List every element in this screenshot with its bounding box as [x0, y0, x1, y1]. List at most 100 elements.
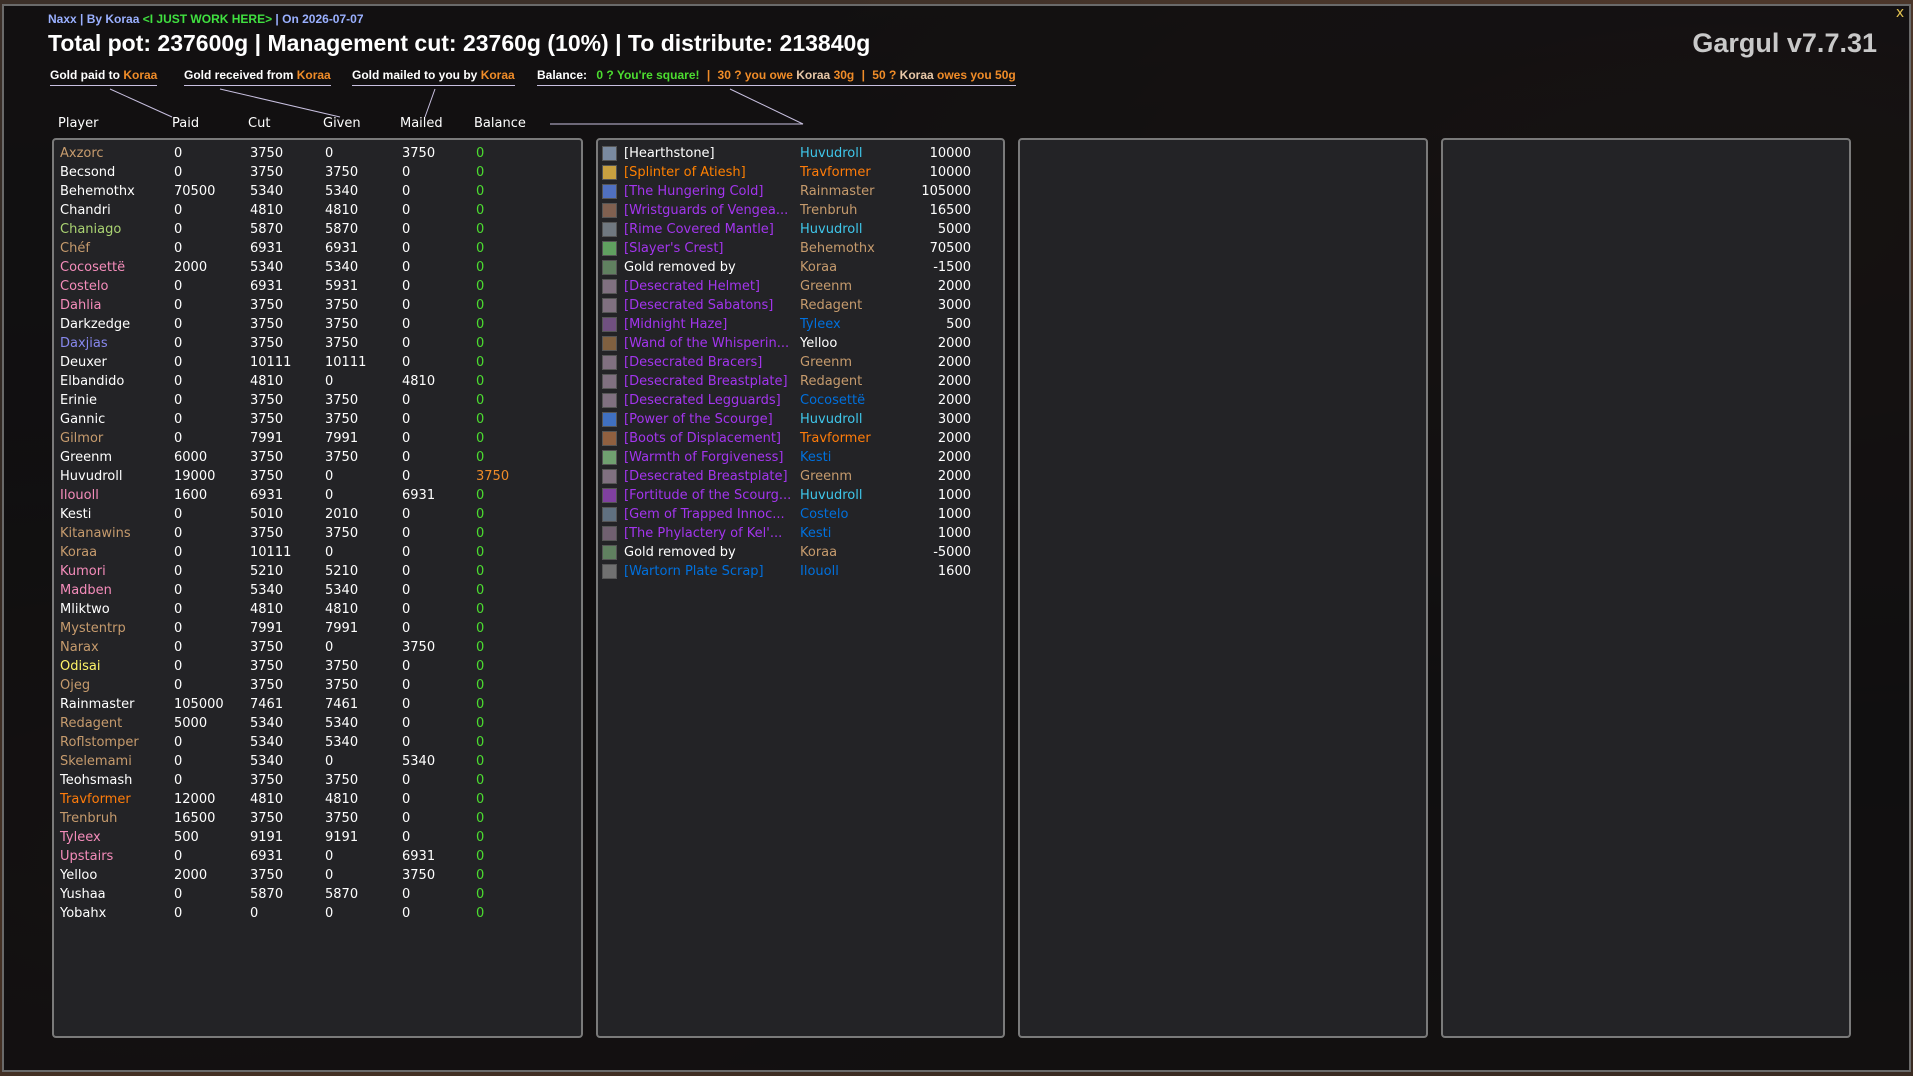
player-row[interactable]: Ilouoll 1600 6931 0 6931 0: [54, 486, 581, 505]
player-row[interactable]: Deuxer 0 10111 10111 0 0: [54, 353, 581, 372]
item-icon[interactable]: [602, 431, 617, 446]
player-row[interactable]: Kitanawins 0 3750 3750 0 0: [54, 524, 581, 543]
player-row[interactable]: Elbandido 0 4810 0 4810 0: [54, 372, 581, 391]
item-link[interactable]: [The Phylactery of Kel'...: [624, 524, 794, 543]
player-row[interactable]: Costelo 0 6931 5931 0 0: [54, 277, 581, 296]
item-link[interactable]: Gold removed by: [624, 543, 794, 562]
item-icon[interactable]: [602, 241, 617, 256]
item-icon[interactable]: [602, 564, 617, 579]
item-link[interactable]: [Boots of Displacement]: [624, 429, 794, 448]
item-link[interactable]: [Fortitude of the Scourg...: [624, 486, 794, 505]
item-icon[interactable]: [602, 298, 617, 313]
player-row[interactable]: Travformer 12000 4810 4810 0 0: [54, 790, 581, 809]
player-row[interactable]: Teohsmash 0 3750 3750 0 0: [54, 771, 581, 790]
item-link[interactable]: [Desecrated Breastplate]: [624, 467, 794, 486]
item-link[interactable]: [Desecrated Sabatons]: [624, 296, 794, 315]
item-row[interactable]: [Desecrated Legguards] Cocosettë 2000: [598, 391, 1003, 410]
item-row[interactable]: [Boots of Displacement] Travformer 2000: [598, 429, 1003, 448]
player-row[interactable]: Cocosettë 2000 5340 5340 0 0: [54, 258, 581, 277]
player-row[interactable]: Chaniago 0 5870 5870 0 0: [54, 220, 581, 239]
item-link[interactable]: [Desecrated Helmet]: [624, 277, 794, 296]
item-icon[interactable]: [602, 374, 617, 389]
item-row[interactable]: Gold removed by Koraa -1500: [598, 258, 1003, 277]
player-row[interactable]: Madben 0 5340 5340 0 0: [54, 581, 581, 600]
player-row[interactable]: Greenm 6000 3750 3750 0 0: [54, 448, 581, 467]
player-row[interactable]: Dahlia 0 3750 3750 0 0: [54, 296, 581, 315]
close-icon[interactable]: x: [1893, 6, 1907, 20]
player-row[interactable]: Tyleex 500 9191 9191 0 0: [54, 828, 581, 847]
item-row[interactable]: [Fortitude of the Scourg... Huvudroll 1000: [598, 486, 1003, 505]
item-link[interactable]: [Warmth of Forgiveness]: [624, 448, 794, 467]
player-row[interactable]: Mliktwo 0 4810 4810 0 0: [54, 600, 581, 619]
item-row[interactable]: [Desecrated Breastplate] Redagent 2000: [598, 372, 1003, 391]
item-icon[interactable]: [602, 355, 617, 370]
item-link[interactable]: [Wartorn Plate Scrap]: [624, 562, 794, 581]
item-link[interactable]: [Gem of Trapped Innoc...: [624, 505, 794, 524]
player-row[interactable]: Behemothx 70500 5340 5340 0 0: [54, 182, 581, 201]
item-icon[interactable]: [602, 469, 617, 484]
player-row[interactable]: Narax 0 3750 0 3750 0: [54, 638, 581, 657]
item-icon[interactable]: [602, 412, 617, 427]
player-row[interactable]: Odisai 0 3750 3750 0 0: [54, 657, 581, 676]
item-link[interactable]: [Wand of the Whisperin...: [624, 334, 794, 353]
auctioned-items-panel[interactable]: [Hearthstone] Huvudroll 10000 [Splinter of …: [596, 138, 1005, 1038]
player-row[interactable]: Becsond 0 3750 3750 0 0: [54, 163, 581, 182]
item-icon[interactable]: [602, 488, 617, 503]
item-row[interactable]: [Wristguards of Vengea... Trenbruh 16500: [598, 201, 1003, 220]
player-row[interactable]: Darkzedge 0 3750 3750 0 0: [54, 315, 581, 334]
player-row[interactable]: Chandri 0 4810 4810 0 0: [54, 201, 581, 220]
item-link[interactable]: [Desecrated Bracers]: [624, 353, 794, 372]
item-link[interactable]: [Desecrated Breastplate]: [624, 372, 794, 391]
item-icon[interactable]: [602, 336, 617, 351]
item-link[interactable]: [Wristguards of Vengea...: [624, 201, 794, 220]
player-row[interactable]: Redagent 5000 5340 5340 0 0: [54, 714, 581, 733]
player-row[interactable]: Mystentrp 0 7991 7991 0 0: [54, 619, 581, 638]
item-link[interactable]: [Desecrated Legguards]: [624, 391, 794, 410]
player-row[interactable]: Skelemami 0 5340 0 5340 0: [54, 752, 581, 771]
item-icon[interactable]: [602, 279, 617, 294]
player-row[interactable]: Kumori 0 5210 5210 0 0: [54, 562, 581, 581]
item-row[interactable]: [Warmth of Forgiveness] Kesti 2000: [598, 448, 1003, 467]
item-link[interactable]: Gold removed by: [624, 258, 794, 277]
player-row[interactable]: Erinie 0 3750 3750 0 0: [54, 391, 581, 410]
item-icon[interactable]: [602, 146, 617, 161]
item-icon[interactable]: [602, 526, 617, 541]
player-row[interactable]: Yobahx 0 0 0 0 0: [54, 904, 581, 923]
item-link[interactable]: [Slayer's Crest]: [624, 239, 794, 258]
player-row[interactable]: Yushaa 0 5870 5870 0 0: [54, 885, 581, 904]
player-row[interactable]: Trenbruh 16500 3750 3750 0 0: [54, 809, 581, 828]
item-icon[interactable]: [602, 165, 617, 180]
item-link[interactable]: [The Hungering Cold]: [624, 182, 794, 201]
item-row[interactable]: [Splinter of Atiesh] Travformer 10000: [598, 163, 1003, 182]
player-row[interactable]: Koraa 0 10111 0 0 0: [54, 543, 581, 562]
item-row[interactable]: [Desecrated Bracers] Greenm 2000: [598, 353, 1003, 372]
item-row[interactable]: [Midnight Haze] Tyleex 500: [598, 315, 1003, 334]
item-icon[interactable]: [602, 184, 617, 199]
item-icon[interactable]: [602, 507, 617, 522]
item-icon[interactable]: [602, 260, 617, 275]
item-icon[interactable]: [602, 545, 617, 560]
item-row[interactable]: [Power of the Scourge] Huvudroll 3000: [598, 410, 1003, 429]
player-row[interactable]: Axzorc 0 3750 0 3750 0: [54, 144, 581, 163]
item-row[interactable]: [The Hungering Cold] Rainmaster 105000: [598, 182, 1003, 201]
item-row[interactable]: [Hearthstone] Huvudroll 10000: [598, 144, 1003, 163]
player-row[interactable]: Roflstomper 0 5340 5340 0 0: [54, 733, 581, 752]
player-row[interactable]: Chéf 0 6931 6931 0 0: [54, 239, 581, 258]
player-row[interactable]: Gannic 0 3750 3750 0 0: [54, 410, 581, 429]
item-icon[interactable]: [602, 222, 617, 237]
item-link[interactable]: [Power of the Scourge]: [624, 410, 794, 429]
item-icon[interactable]: [602, 317, 617, 332]
item-row[interactable]: [Wartorn Plate Scrap] Ilouoll 1600: [598, 562, 1003, 581]
item-icon[interactable]: [602, 450, 617, 465]
item-row[interactable]: [Desecrated Breastplate] Greenm 2000: [598, 467, 1003, 486]
item-row[interactable]: [Gem of Trapped Innoc... Costelo 1000: [598, 505, 1003, 524]
item-link[interactable]: [Rime Covered Mantle]: [624, 220, 794, 239]
item-row[interactable]: [Desecrated Helmet] Greenm 2000: [598, 277, 1003, 296]
player-row[interactable]: Yelloo 2000 3750 0 3750 0: [54, 866, 581, 885]
player-row[interactable]: Ojeg 0 3750 3750 0 0: [54, 676, 581, 695]
player-row[interactable]: Rainmaster 105000 7461 7461 0 0: [54, 695, 581, 714]
item-link[interactable]: [Splinter of Atiesh]: [624, 163, 794, 182]
item-row[interactable]: [Wand of the Whisperin... Yelloo 2000: [598, 334, 1003, 353]
item-row[interactable]: [Desecrated Sabatons] Redagent 3000: [598, 296, 1003, 315]
item-link[interactable]: [Hearthstone]: [624, 144, 794, 163]
